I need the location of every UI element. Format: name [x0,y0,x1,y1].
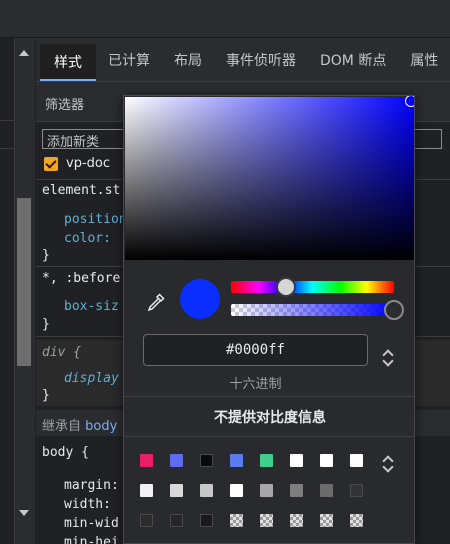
format-toggle-icon[interactable] [382,348,396,370]
palette-swatch[interactable] [200,514,213,527]
eyedropper-icon[interactable] [146,292,166,312]
filter-label[interactable]: 筛选器 [45,94,84,113]
css-property[interactable]: min-hei [64,533,119,544]
palette-swatch[interactable] [170,484,183,497]
palette-swatch[interactable] [230,454,243,467]
palette-swatch[interactable] [290,454,303,467]
hue-slider-handle[interactable] [276,277,296,297]
css-property[interactable]: box-siz [64,297,119,316]
css-property[interactable]: color: [64,229,119,248]
universal-selector[interactable]: *, :before [42,269,120,288]
saturation-value-area[interactable] [125,97,414,260]
palette-swatch[interactable] [260,484,273,497]
inherited-body-link[interactable]: body [85,419,117,434]
palette-swatch[interactable] [170,514,183,527]
tab-styles[interactable]: 样式 [40,44,96,81]
tab-layout[interactable]: 布局 [162,38,214,81]
palette-swatch[interactable] [320,454,333,467]
palette-swatch[interactable] [200,454,213,467]
alpha-slider[interactable] [231,304,394,316]
palette-swatch[interactable] [200,484,213,497]
element-style-selector[interactable]: element.st [42,181,120,200]
rule-close-brace: } [42,388,50,403]
div-selector[interactable]: div { [42,343,81,362]
class-label: vp-doc [66,156,110,171]
class-checkbox[interactable] [44,156,58,171]
css-property[interactable]: min-wid [64,514,119,533]
palette-swatch[interactable] [170,454,183,467]
tab-dom-breakpoints[interactable]: DOM 断点 [308,38,398,81]
devtools-top-bar [0,0,450,38]
tab-event-listeners[interactable]: 事件侦听器 [214,38,308,81]
alpha-slider-handle[interactable] [384,300,404,320]
palette-switch-icon[interactable] [382,454,396,476]
palette-swatch[interactable] [350,514,363,527]
saturation-value-handle[interactable] [405,96,414,107]
sidebar-tabs: 样式 已计算 布局 事件侦听器 DOM 断点 属性 [36,38,450,82]
css-property[interactable]: position [64,210,127,229]
class-toggle-row[interactable]: vp-doc [44,156,110,171]
contrast-info-text: 不提供对比度信息 [214,410,326,426]
palette-swatch[interactable] [350,454,363,467]
rule-close-brace: } [42,317,50,332]
scroll-up-arrow-icon[interactable] [19,50,29,56]
rule-close-brace: } [42,248,50,263]
divider [124,396,414,397]
palette-swatch[interactable] [140,514,153,527]
current-color-swatch [180,279,220,319]
palette-swatch[interactable] [140,484,153,497]
tab-properties[interactable]: 属性 [398,38,450,81]
palette-swatch[interactable] [290,484,303,497]
elements-tree-pane [0,38,15,544]
inherited-label: 继承自 [42,419,86,434]
divider [124,436,414,437]
palette-swatch[interactable] [230,484,243,497]
body-selector[interactable]: body { [42,443,89,462]
css-property[interactable]: display [64,369,119,388]
css-property[interactable]: margin: [64,476,119,495]
tab-computed[interactable]: 已计算 [96,38,162,81]
palette-swatch[interactable] [290,514,303,527]
scrollbar-thumb[interactable] [17,198,31,366]
palette-swatch[interactable] [320,484,333,497]
hex-value-input[interactable]: #0000ff [143,334,368,366]
palette-swatch[interactable] [320,514,333,527]
palette-swatch[interactable] [350,484,363,497]
palette-swatch[interactable] [260,514,273,527]
elements-scrollbar[interactable] [15,38,35,544]
palette-swatch[interactable] [230,514,243,527]
palette-swatch[interactable] [260,454,273,467]
palette-swatch[interactable] [140,454,153,467]
scroll-down-arrow-icon[interactable] [19,510,29,516]
hue-slider[interactable] [231,281,394,293]
color-format-label: 十六进制 [229,377,282,392]
color-picker-popup: #0000ff 十六进制 不提供对比度信息 [123,95,415,544]
css-property[interactable]: width: [64,495,111,514]
